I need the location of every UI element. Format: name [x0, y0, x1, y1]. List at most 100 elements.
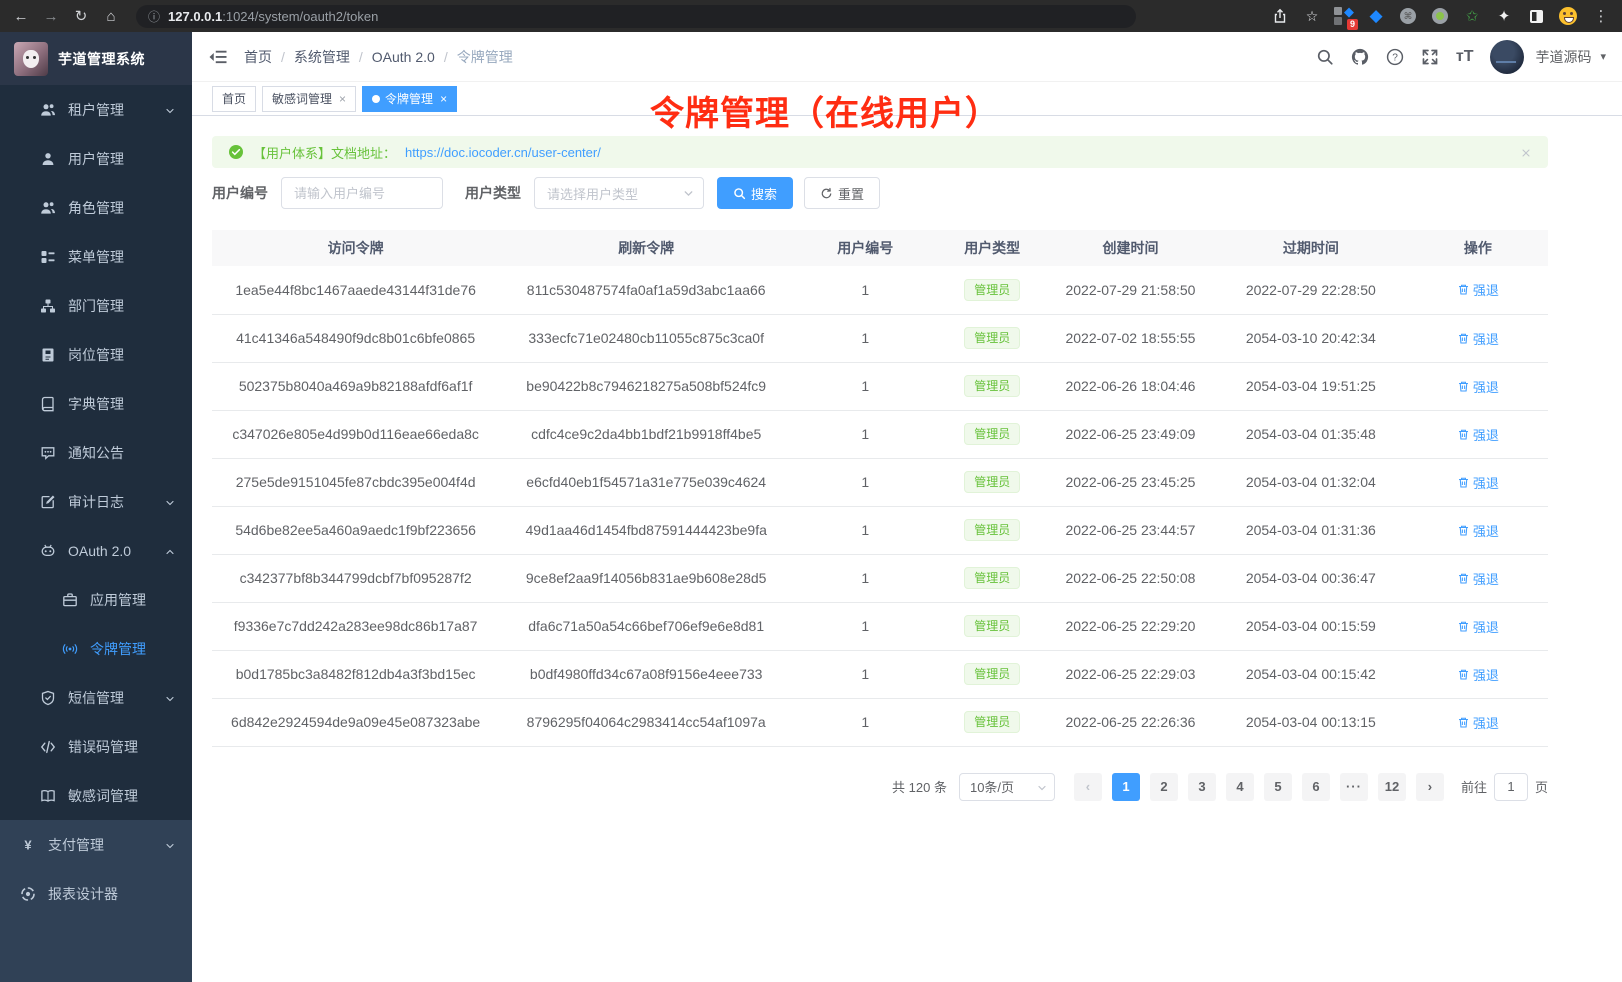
created-time-cell: 2022-07-02 18:55:55 — [1047, 314, 1214, 362]
reset-button[interactable]: 重置 — [804, 177, 880, 209]
more-pages-button[interactable]: ··· — [1340, 773, 1368, 801]
page-size-select[interactable]: 10条/页 — [959, 773, 1055, 801]
prev-page-button[interactable]: ‹ — [1074, 773, 1102, 801]
sidebar-item-oauth2-token[interactable]: 令牌管理 — [0, 624, 192, 673]
sidebar-item-sms[interactable]: 短信管理 — [0, 673, 192, 722]
sidebar-fold-icon[interactable] — [208, 47, 228, 67]
doc-link[interactable]: https://doc.iocoder.cn/user-center/ — [405, 145, 601, 160]
force-logout-label: 强退 — [1473, 569, 1499, 588]
search-icon[interactable] — [1316, 48, 1334, 66]
bookmark-star-icon[interactable]: ☆ — [1302, 6, 1322, 26]
user-id-cell: 1 — [793, 554, 937, 602]
fullscreen-icon[interactable] — [1421, 48, 1439, 66]
force-logout-button[interactable]: 强退 — [1457, 280, 1499, 299]
force-logout-button[interactable]: 强退 — [1457, 425, 1499, 444]
help-icon[interactable]: ? — [1386, 48, 1404, 66]
sidebar-item-sensitive[interactable]: 敏感词管理 — [0, 771, 192, 820]
force-logout-button[interactable]: 强退 — [1457, 617, 1499, 636]
sidebar-item-role[interactable]: 角色管理 — [0, 183, 192, 232]
user-type-select[interactable]: 请选择用户类型 — [534, 177, 704, 209]
robot-icon — [40, 543, 56, 559]
force-logout-button[interactable]: 强退 — [1457, 329, 1499, 348]
force-logout-label: 强退 — [1473, 329, 1499, 348]
trash-icon — [1457, 524, 1470, 537]
username[interactable]: 芋道源码 — [1535, 47, 1591, 67]
force-logout-button[interactable]: 强退 — [1457, 521, 1499, 540]
app-logo[interactable]: 芋道管理系统 — [0, 32, 192, 85]
force-logout-button[interactable]: 强退 — [1457, 377, 1499, 396]
tab-home[interactable]: 首页 — [212, 86, 256, 112]
sidebar-item-audit-log[interactable]: 审计日志 — [0, 477, 192, 526]
browser-menu-icon[interactable]: ⋮ — [1590, 7, 1612, 25]
tab-token[interactable]: 令牌管理× — [362, 86, 457, 112]
chevron-down-icon — [682, 187, 695, 200]
access-token-cell: 502375b8040a469a9b82188afdf6af1f — [212, 362, 499, 410]
green-star-extension-icon[interactable]: ✩ — [1462, 6, 1482, 26]
emoji-avatar[interactable] — [1558, 6, 1578, 26]
browser-back-icon[interactable]: ← — [10, 8, 32, 25]
font-size-icon[interactable]: тT — [1456, 48, 1474, 66]
sidebar-item-dict[interactable]: 字典管理 — [0, 379, 192, 428]
page-button-2[interactable]: 2 — [1150, 773, 1178, 801]
user-id-cell: 1 — [793, 698, 937, 746]
user-dropdown-caret-icon[interactable]: ▾ — [1600, 50, 1606, 63]
briefcase-icon — [62, 592, 78, 608]
page-button-1[interactable]: 1 — [1112, 773, 1140, 801]
sidebar-item-oauth2[interactable]: OAuth 2.0 — [0, 526, 192, 575]
sidebar-item-menu[interactable]: 菜单管理 — [0, 232, 192, 281]
sidebar-item-dept[interactable]: 部门管理 — [0, 281, 192, 330]
site-info-icon[interactable]: ⓘ — [148, 8, 160, 25]
user-avatar[interactable] — [1490, 40, 1524, 74]
trash-icon — [1457, 668, 1470, 681]
sidebar-item-pay[interactable]: ¥支付管理 — [0, 820, 192, 869]
alert-close-icon[interactable] — [1520, 146, 1532, 158]
breadcrumb-home[interactable]: 首页 — [244, 47, 272, 67]
refresh-token-cell: cdfc4ce9c2da4bb1bdf21b9918ff4be5 — [499, 410, 793, 458]
next-page-button[interactable]: › — [1416, 773, 1444, 801]
goto-page-input[interactable] — [1494, 773, 1528, 801]
force-logout-button[interactable]: 强退 — [1457, 713, 1499, 732]
breadcrumb-system[interactable]: 系统管理 — [294, 47, 350, 67]
sidebar-item-tenant[interactable]: 租户管理 — [0, 85, 192, 134]
tab-close-icon[interactable]: × — [440, 92, 447, 106]
share-icon[interactable] — [1270, 6, 1290, 26]
table-row: 54d6be82ee5a460a9aedc1f9bf22365649d1aa46… — [212, 506, 1548, 554]
page-button-3[interactable]: 3 — [1188, 773, 1216, 801]
browser-reload-icon[interactable]: ↻ — [70, 7, 92, 25]
search-icon — [733, 187, 746, 200]
sidebar-item-label: 字典管理 — [68, 394, 124, 414]
tab-close-icon[interactable]: × — [339, 92, 346, 106]
sidebar-item-errcode[interactable]: 错误码管理 — [0, 722, 192, 771]
sidebar-item-notice[interactable]: 通知公告 — [0, 428, 192, 477]
record-extension-icon[interactable] — [1430, 6, 1450, 26]
pinwheel-extension-icon[interactable]: ✦ — [1494, 6, 1514, 26]
page-button-6[interactable]: 6 — [1302, 773, 1330, 801]
page-button-12[interactable]: 12 — [1378, 773, 1406, 801]
refresh-token-cell: 9ce8ef2aa9f14056b831ae9b608e28d5 — [499, 554, 793, 602]
sidebar-item-oauth2-app[interactable]: 应用管理 — [0, 575, 192, 624]
action-cell: 强退 — [1408, 602, 1548, 650]
people-icon — [40, 200, 56, 216]
page-button-5[interactable]: 5 — [1264, 773, 1292, 801]
search-button[interactable]: 搜索 — [717, 177, 793, 209]
breadcrumb-oauth[interactable]: OAuth 2.0 — [372, 49, 435, 65]
sidebar: 芋道管理系统 租户管理用户管理角色管理菜单管理部门管理岗位管理字典管理通知公告审… — [0, 32, 192, 982]
force-logout-button[interactable]: 强退 — [1457, 569, 1499, 588]
force-logout-button[interactable]: 强退 — [1457, 473, 1499, 492]
force-logout-button[interactable]: 强退 — [1457, 665, 1499, 684]
page-button-4[interactable]: 4 — [1226, 773, 1254, 801]
tab-sensitive[interactable]: 敏感词管理× — [262, 86, 356, 112]
sidebar-item-report[interactable]: 报表设计器 — [0, 869, 192, 918]
sidebar-item-post[interactable]: 岗位管理 — [0, 330, 192, 379]
sidebar-item-user[interactable]: 用户管理 — [0, 134, 192, 183]
command-extension-icon[interactable]: ⌘ — [1398, 6, 1418, 26]
address-bar[interactable]: ⓘ 127.0.0.1:1024/system/oauth2/token — [136, 5, 1136, 28]
extension-tile — [1334, 17, 1342, 25]
github-icon[interactable] — [1351, 48, 1369, 66]
browser-forward-icon[interactable]: → — [40, 8, 62, 25]
split-screen-icon[interactable] — [1526, 6, 1546, 26]
gem-extension-icon[interactable]: ◆ — [1366, 6, 1386, 26]
browser-home-icon[interactable]: ⌂ — [100, 8, 122, 25]
user-id-input[interactable] — [281, 177, 443, 209]
extensions-icon[interactable]: ◆ 9 — [1334, 6, 1354, 26]
